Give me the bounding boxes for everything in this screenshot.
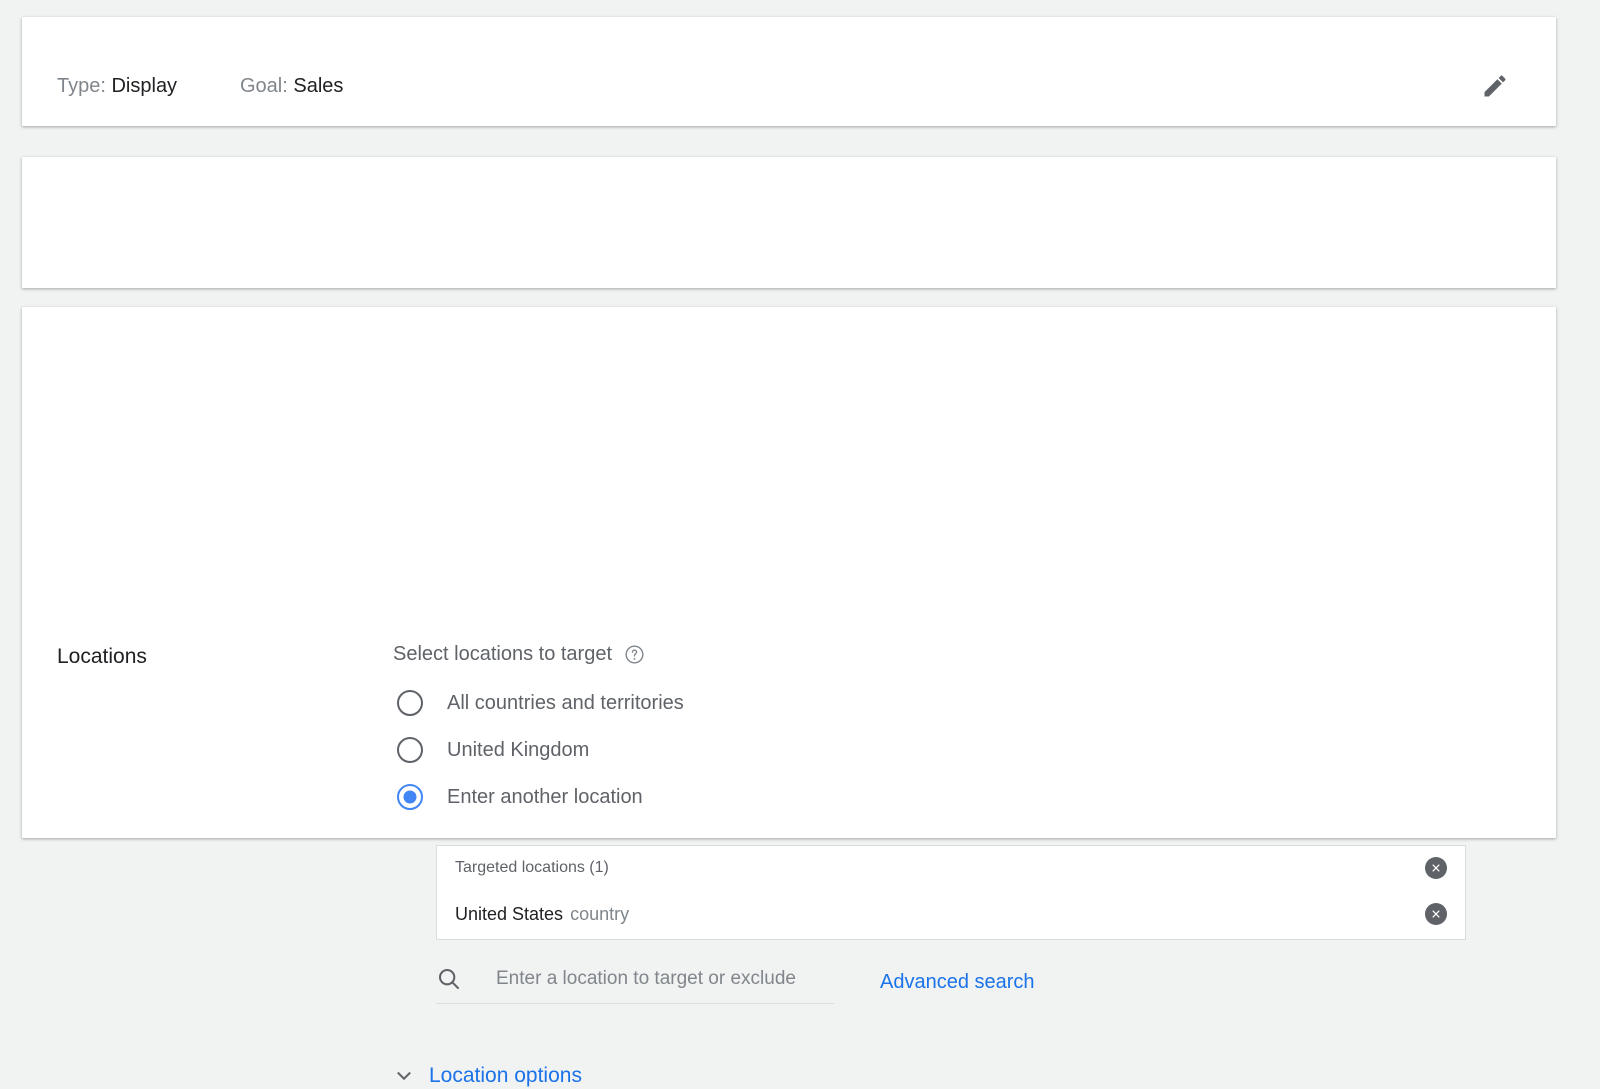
radio-mark-selected-icon [397, 783, 423, 810]
campaign-summary-card: Type: Display Goal: Sales [22, 17, 1556, 126]
campaign-name-card: Campaign name [22, 157, 1556, 382]
location-options-label: Location options [429, 1064, 582, 1087]
location-search-field [436, 966, 834, 1004]
targeted-location-type: country [570, 903, 630, 924]
campaign-goal-label: Goal: [240, 75, 288, 97]
locations-heading-text: Select locations to target [393, 643, 613, 665]
search-icon [436, 966, 462, 992]
targeted-locations-header-row: Targeted locations (1) [437, 846, 1465, 890]
campaign-goal: Goal: Sales [240, 73, 343, 99]
radio-mark-icon [397, 689, 423, 716]
pencil-icon[interactable] [1478, 69, 1512, 103]
locations-heading: Select locations to target [393, 641, 645, 667]
radio-mark-icon [397, 736, 423, 763]
radio-all-countries-and-territories[interactable]: All countries and territories [393, 679, 1093, 726]
campaign-summary-row: Type: Display Goal: Sales [22, 17, 1556, 126]
targeted-location-name: United States [455, 903, 564, 924]
radio-label: United Kingdom [447, 738, 590, 761]
campaign-type-label: Type: [57, 75, 106, 97]
campaign-type-value: Display [111, 75, 178, 97]
help-circle-icon[interactable] [624, 644, 645, 665]
campaign-goal-value: Sales [293, 75, 344, 97]
campaign-type: Type: Display [57, 73, 177, 99]
locations-section-label: Locations [57, 645, 147, 668]
radio-label: All countries and territories [447, 691, 684, 714]
locations-card: Locations Select locations to target All… [22, 307, 1556, 1087]
close-circle-icon[interactable] [1425, 902, 1447, 925]
close-circle-icon[interactable] [1425, 857, 1447, 879]
location-targeting-radio-group: All countries and territories United Kin… [393, 679, 1093, 820]
campaign-settings-page: Type: Display Goal: Sales Campaign name … [0, 0, 1600, 1087]
location-search-row: Advanced search [436, 966, 1035, 1004]
chevron-down-icon [393, 1065, 415, 1087]
radio-label: Enter another location [447, 785, 643, 808]
location-search-input[interactable] [494, 966, 834, 992]
targeted-locations-panel: Targeted locations (1) United States cou… [436, 845, 1466, 940]
table-row: United States country [437, 890, 1465, 937]
radio-enter-another-location[interactable]: Enter another location [393, 773, 1093, 820]
radio-united-kingdom[interactable]: United Kingdom [393, 726, 1093, 773]
location-options-toggle[interactable]: Location options [393, 1062, 582, 1089]
targeted-locations-title: Targeted locations (1) [455, 859, 609, 876]
advanced-search-link[interactable]: Advanced search [880, 969, 1035, 1004]
